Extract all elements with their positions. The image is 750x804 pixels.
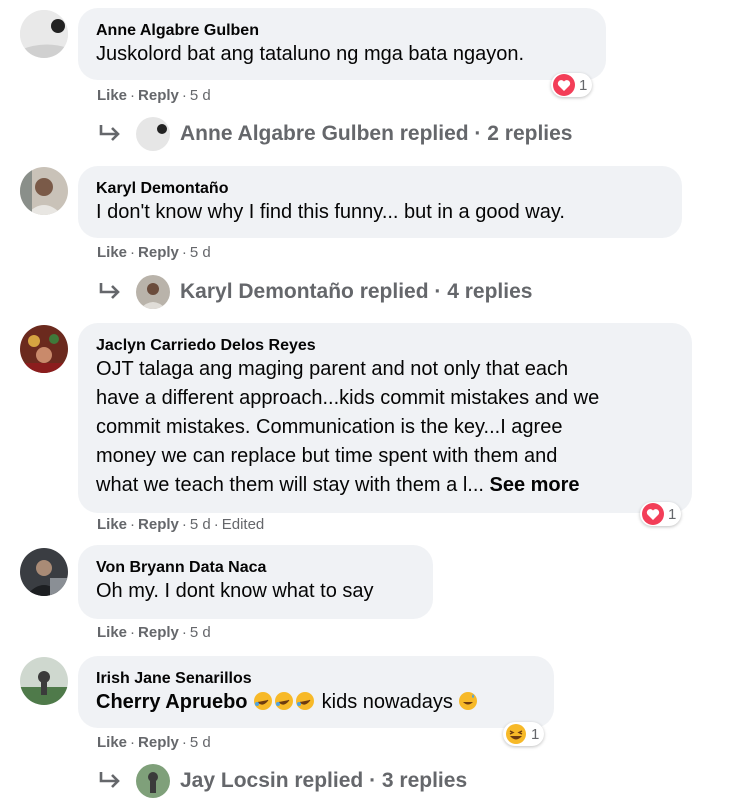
comment-time[interactable]: 5 d: [190, 516, 211, 533]
like-button[interactable]: Like: [97, 87, 127, 104]
comment-time[interactable]: 5 d: [190, 734, 211, 751]
comment-bubble: Anne Algabre Gulben Juskolord bat ang ta…: [78, 8, 606, 80]
comment-text: OJT talaga ang maging parent and not onl…: [96, 355, 674, 500]
view-replies[interactable]: Jay Locsin replied · 3 replies: [98, 764, 467, 798]
see-more-link[interactable]: See more: [490, 474, 580, 496]
view-replies[interactable]: Karyl Demontaño replied · 4 replies: [98, 275, 532, 309]
comment-line: what we teach them will stay with them a…: [96, 474, 484, 496]
comment-time[interactable]: 5 d: [190, 624, 211, 641]
like-button[interactable]: Like: [97, 516, 127, 533]
like-button[interactable]: Like: [97, 624, 127, 641]
avatar-image: [20, 657, 68, 705]
reply-button[interactable]: Reply: [138, 624, 179, 641]
avatar: [136, 275, 170, 309]
comment-time[interactable]: 5 d: [190, 87, 211, 104]
comment-time[interactable]: 5 d: [190, 244, 211, 261]
comment-actions: Like · Reply · 5 d: [97, 244, 211, 261]
rofl-emoji-icon: [254, 692, 273, 710]
heart-reaction-icon: [642, 503, 664, 525]
edited-label: Edited: [221, 516, 265, 533]
avatar-image: [20, 10, 68, 58]
reply-button[interactable]: Reply: [138, 734, 179, 751]
reply-button[interactable]: Reply: [138, 87, 179, 104]
comment-line: have a different approach...kids commit …: [96, 387, 600, 409]
comment-text: Oh my. I dont know what to say: [96, 580, 374, 602]
sweat-smile-emoji-icon: [459, 692, 478, 710]
avatar[interactable]: [20, 325, 68, 373]
like-button[interactable]: Like: [97, 734, 127, 751]
reaction-badge[interactable]: 1: [503, 722, 545, 746]
comment-bubble: Karyl Demontaño I don't know why I find …: [78, 166, 682, 238]
comment-author[interactable]: Jaclyn Carriedo Delos Reyes: [96, 336, 674, 355]
avatar[interactable]: [20, 657, 68, 705]
replies-summary: Karyl Demontaño replied · 4 replies: [180, 280, 533, 303]
reaction-count: 1: [531, 725, 540, 743]
comment-author[interactable]: Von Bryann Data Naca: [96, 558, 415, 577]
comment-text-after: kids nowadays: [321, 691, 453, 713]
comment-text: Juskolord bat ang tataluno ng mga bata n…: [96, 43, 525, 65]
comment-text: I don't know why I find this funny... bu…: [96, 201, 565, 223]
haha-reaction-icon: [505, 723, 527, 745]
heart-reaction-icon: [553, 74, 575, 96]
avatar-image: [20, 167, 68, 215]
comment-actions: Like · Reply · 5 d: [97, 624, 211, 641]
comment-bubble: Jaclyn Carriedo Delos Reyes OJT talaga a…: [78, 323, 692, 513]
reaction-badge[interactable]: 1: [551, 73, 593, 97]
reply-arrow-icon: [99, 772, 120, 788]
comment-actions: Like · Reply · 5 d: [97, 87, 211, 104]
replies-summary: Jay Locsin replied · 3 replies: [180, 769, 468, 792]
comment-author[interactable]: Karyl Demontaño: [96, 179, 664, 198]
comment-author[interactable]: Anne Algabre Gulben: [96, 21, 588, 40]
reply-button[interactable]: Reply: [138, 516, 179, 533]
reaction-count: 1: [668, 505, 677, 523]
comment-actions: Like · Reply · 5 d · Edited: [97, 516, 265, 533]
comment-author[interactable]: Irish Jane Senarillos: [96, 669, 536, 688]
avatar-image: [20, 548, 68, 596]
comment-line-last: what we teach them will stay with them a…: [96, 471, 674, 500]
avatar[interactable]: [20, 10, 68, 58]
comment-actions: Like · Reply · 5 d: [97, 734, 211, 751]
reply-button[interactable]: Reply: [138, 244, 179, 261]
avatar: [136, 117, 170, 151]
replies-summary: Anne Algabre Gulben replied · 2 replies: [180, 122, 573, 145]
reaction-count: 1: [579, 76, 588, 94]
comment-bubble: Irish Jane Senarillos Cherry Apruebo kid…: [78, 656, 554, 728]
rofl-emoji-icon: [275, 692, 294, 710]
like-button[interactable]: Like: [97, 244, 127, 261]
avatar-image: [20, 325, 68, 373]
view-replies[interactable]: Anne Algabre Gulben replied · 2 replies: [98, 117, 572, 151]
reply-arrow-icon: [99, 125, 120, 141]
avatar: [136, 764, 170, 798]
comment-line: commit mistakes. Communication is the ke…: [96, 416, 563, 438]
comment-bubble: Von Bryann Data Naca Oh my. I dont know …: [78, 545, 433, 619]
reply-arrow-icon: [99, 283, 120, 299]
comment-text: Cherry Apruebo kids nowadays: [96, 688, 536, 717]
rofl-emoji-icon: [296, 692, 315, 710]
comment-line: money we can replace but time spent with…: [96, 445, 558, 467]
reaction-badge[interactable]: 1: [640, 502, 682, 526]
avatar[interactable]: [20, 548, 68, 596]
avatar[interactable]: [20, 167, 68, 215]
mention-link[interactable]: Cherry Apruebo: [96, 691, 248, 713]
comment-line: OJT talaga ang maging parent and not onl…: [96, 358, 569, 380]
